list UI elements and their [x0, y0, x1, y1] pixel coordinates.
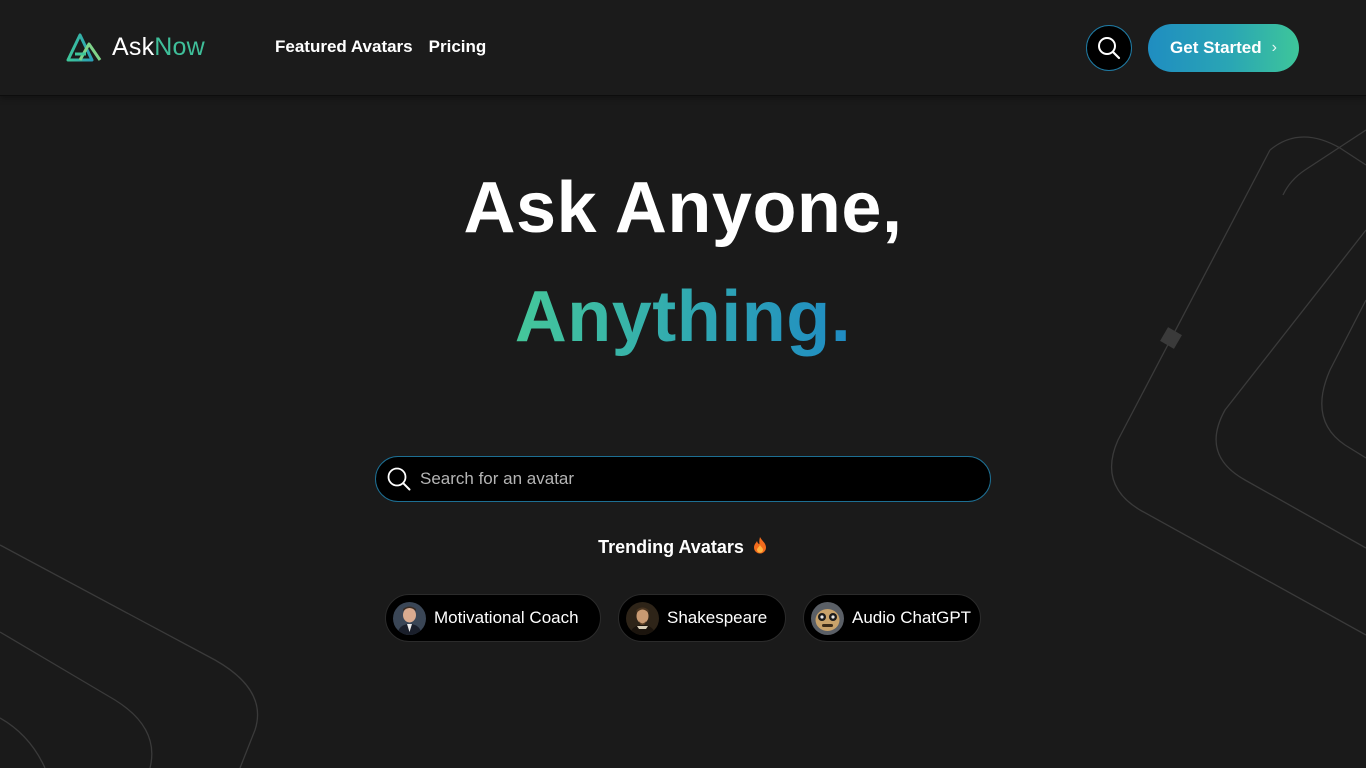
avatar-search-bar[interactable]	[375, 456, 991, 502]
header-search-button[interactable]	[1086, 25, 1132, 71]
robot-avatar	[811, 601, 844, 635]
get-started-button[interactable]: Get Started ›	[1148, 24, 1299, 72]
trending-avatars-heading: Trending Avatars	[0, 535, 1366, 559]
shakespeare-avatar	[626, 601, 659, 635]
hero-headline-line1: Ask Anyone,	[463, 168, 903, 248]
search-icon	[387, 467, 411, 491]
background-decoration	[0, 129, 1366, 768]
search-icon	[1098, 37, 1121, 60]
avatar-search-input[interactable]	[420, 459, 990, 499]
chevron-right-icon: ›	[1271, 39, 1277, 56]
hero-headline-highlight: Anything.	[514, 277, 852, 357]
brand-logo[interactable]: AskNow	[66, 30, 205, 64]
page: AskNow Featured Avatars Pricing Get Star…	[0, 0, 1366, 768]
flame-icon	[752, 536, 768, 558]
asknow-triangle-logo-icon	[66, 33, 102, 62]
brand-name-now: Now	[154, 33, 205, 61]
trending-avatar-shakespeare[interactable]: Shakespeare	[618, 594, 786, 642]
nav-link-pricing[interactable]: Pricing	[429, 36, 487, 58]
brand-name-ask: Ask	[112, 33, 155, 61]
chip-label: Motivational Coach	[434, 608, 579, 627]
trending-avatar-list: Motivational Coach Shakespeare Audio Cha…	[0, 594, 1366, 642]
chip-label: Shakespeare	[667, 608, 768, 627]
trending-avatars-title: Trending Avatars	[598, 537, 744, 557]
main-nav: Featured Avatars Pricing	[275, 36, 486, 58]
get-started-label: Get Started	[1170, 38, 1262, 57]
top-nav-bar: AskNow Featured Avatars Pricing Get Star…	[0, 0, 1366, 96]
nav-link-featured-avatars[interactable]: Featured Avatars	[275, 36, 413, 58]
trending-avatar-motivational-coach[interactable]: Motivational Coach	[385, 594, 601, 642]
trending-avatar-audio-chatgpt[interactable]: Audio ChatGPT	[803, 594, 981, 642]
chip-label: Audio ChatGPT	[852, 608, 972, 627]
brand-name: AskNow	[112, 30, 205, 64]
coach-avatar	[393, 601, 426, 635]
hero-headline-line2: Anything.	[0, 274, 1366, 360]
